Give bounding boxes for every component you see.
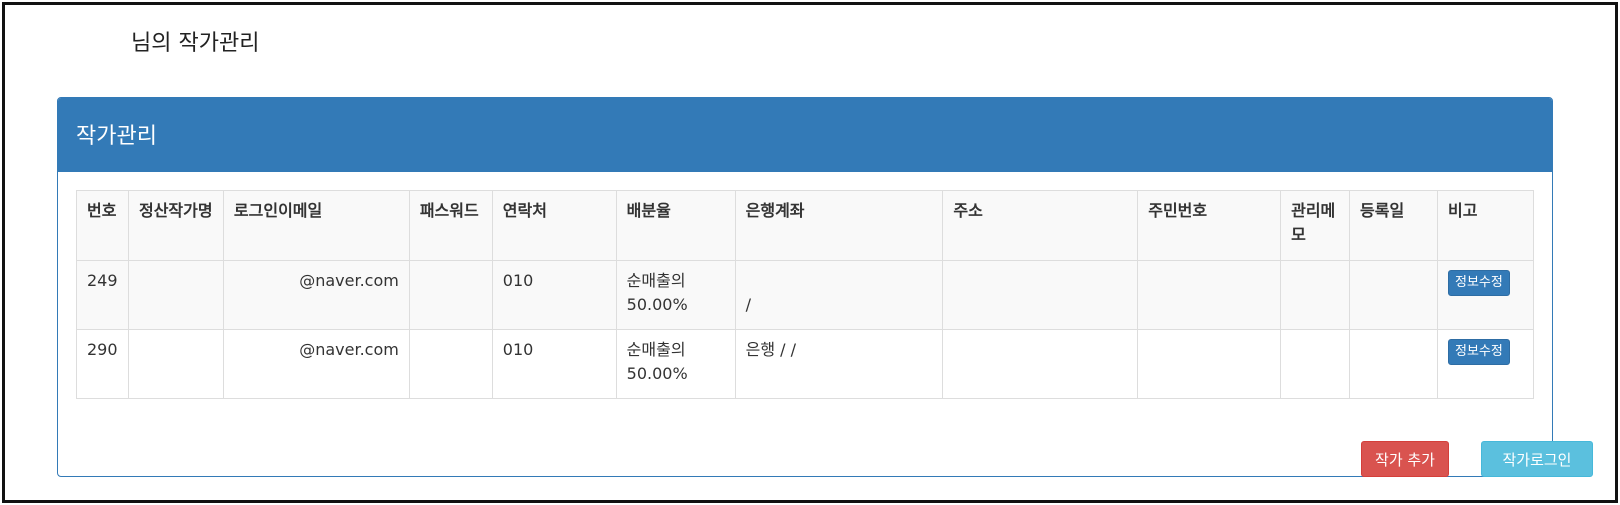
page-greeting: 님의 작가관리: [131, 31, 260, 56]
add-author-button[interactable]: 작가 추가: [1361, 441, 1449, 477]
col-header-admin-memo: 관리메모: [1280, 190, 1351, 261]
author-table: 번호 정산작가명 로그인이메일 패스워드 연락처 배분율 은행계좌 주소 주민번…: [76, 190, 1535, 399]
cell-contact: 010: [491, 260, 617, 330]
cell-admin-memo: [1280, 260, 1351, 330]
cell-bank-account: 은행 / /: [734, 329, 944, 399]
edit-info-button[interactable]: 정보수정: [1447, 270, 1510, 296]
col-header-password: 패스워드: [408, 190, 493, 261]
cell-resident-number: [1137, 260, 1282, 330]
cell-resident-number: [1137, 329, 1282, 399]
cell-author-name: [127, 329, 224, 399]
cell-registered-date: [1349, 260, 1438, 330]
cell-remarks: 정보수정: [1436, 260, 1535, 330]
col-header-resident-number: 주민번호: [1137, 190, 1282, 261]
cell-contact: 010: [491, 329, 617, 399]
cell-remarks: 정보수정: [1436, 329, 1535, 399]
cell-share-rate: 순매출의 50.00%: [615, 260, 736, 330]
table-row: 249 @naver.com 010 순매출의 50.00% / 정보수정: [76, 260, 1535, 330]
col-header-bank-account: 은행계좌: [734, 190, 944, 261]
col-header-remarks: 비고: [1436, 190, 1535, 261]
col-header-contact: 연락처: [491, 190, 617, 261]
col-header-author-name: 정산작가명: [127, 190, 224, 261]
cell-address: [942, 260, 1139, 330]
cell-number: 290: [76, 329, 129, 399]
col-header-registered-date: 등록일: [1349, 190, 1438, 261]
author-login-button[interactable]: 작가로그인: [1481, 441, 1593, 477]
col-header-address: 주소: [942, 190, 1139, 261]
edit-info-button[interactable]: 정보수정: [1447, 339, 1510, 365]
col-header-number: 번호: [76, 190, 129, 261]
cell-address: [942, 329, 1139, 399]
cell-password: [408, 329, 493, 399]
col-header-login-email: 로그인이메일: [222, 190, 410, 261]
window-frame: 님의 작가관리 작가관리 번호 정산작가명 로그인이메일 패스워드 연락처 배분…: [2, 2, 1618, 503]
cell-registered-date: [1349, 329, 1438, 399]
bank-account-value: /: [745, 295, 752, 314]
table-row: 290 @naver.com 010 순매출의 50.00% 은행 / / 정보…: [76, 329, 1535, 399]
table-header-row: 번호 정산작가명 로그인이메일 패스워드 연락처 배분율 은행계좌 주소 주민번…: [76, 190, 1535, 261]
cell-login-email: @naver.com: [222, 329, 410, 399]
cell-password: [408, 260, 493, 330]
col-header-share-rate: 배분율: [615, 190, 736, 261]
cell-number: 249: [76, 260, 129, 330]
panel-title: 작가관리: [58, 98, 1552, 172]
author-management-panel: 작가관리 번호 정산작가명 로그인이메일 패스워드 연락처 배분율 은행계좌 주…: [57, 97, 1553, 477]
cell-author-name: [127, 260, 224, 330]
cell-admin-memo: [1280, 329, 1351, 399]
cell-login-email: @naver.com: [222, 260, 410, 330]
cell-share-rate: 순매출의 50.00%: [615, 329, 736, 399]
cell-bank-account: /: [734, 260, 944, 330]
